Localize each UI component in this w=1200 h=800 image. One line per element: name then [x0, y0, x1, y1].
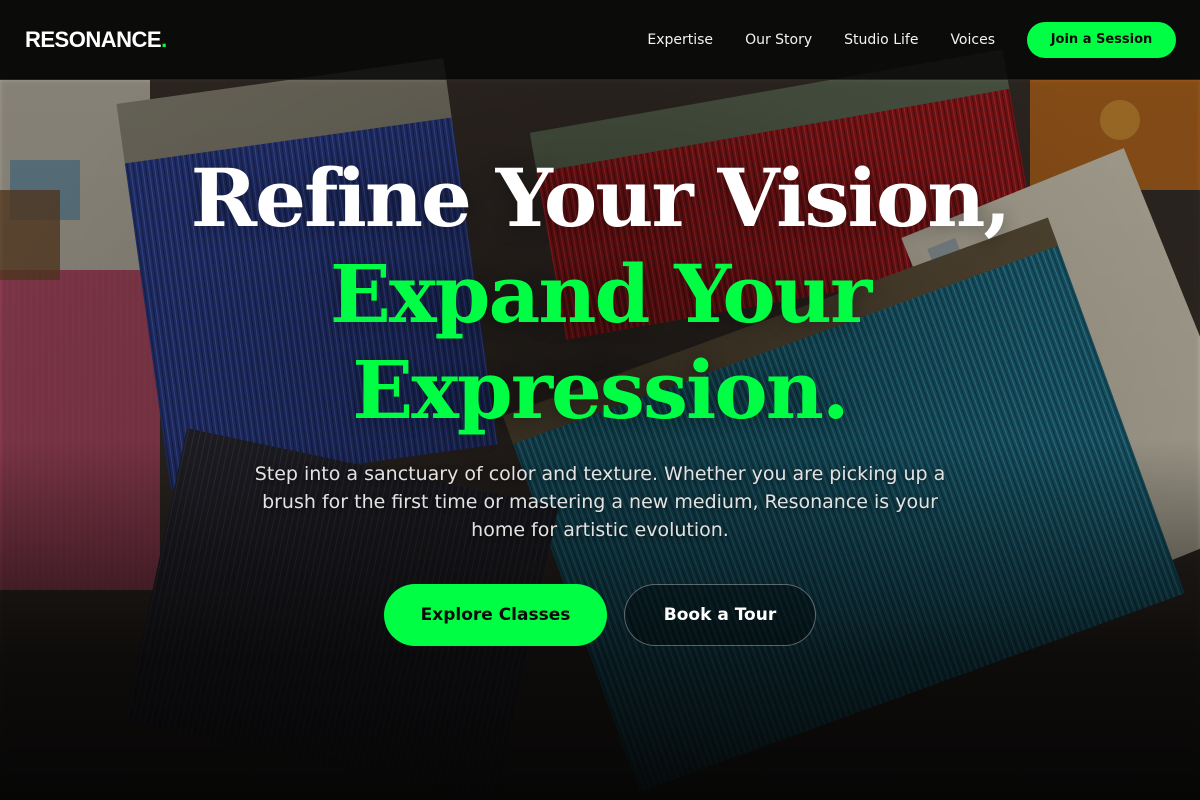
- site-header: RESONANCE. Expertise Our Story Studio Li…: [0, 0, 1200, 80]
- nav-link-studio-life[interactable]: Studio Life: [844, 32, 918, 48]
- join-session-button[interactable]: Join a Session: [1027, 21, 1176, 58]
- landing-page: RESONANCE. Expertise Our Story Studio Li…: [0, 0, 1200, 800]
- nav-link-voices[interactable]: Voices: [950, 32, 995, 48]
- hero-heading-line-1: Refine Your Vision,: [190, 151, 1012, 245]
- hero-heading-line-3: Expression.: [352, 343, 850, 437]
- hero-heading: Refine Your Vision, Expand Your Expressi…: [0, 150, 1200, 438]
- brand-name: RESONANCE: [25, 26, 162, 52]
- nav-link-expertise[interactable]: Expertise: [647, 32, 713, 48]
- explore-classes-button[interactable]: Explore Classes: [384, 584, 607, 646]
- brand-logo[interactable]: RESONANCE.: [25, 27, 167, 53]
- hero-heading-line-2: Expand Your: [329, 247, 872, 341]
- hero-actions: Explore Classes Book a Tour: [0, 584, 1200, 646]
- main-nav: Expertise Our Story Studio Life Voices J…: [647, 21, 1176, 58]
- book-tour-button[interactable]: Book a Tour: [624, 584, 816, 646]
- brand-dot: .: [161, 26, 167, 52]
- hero-section: Refine Your Vision, Expand Your Expressi…: [0, 150, 1200, 646]
- nav-link-our-story[interactable]: Our Story: [745, 32, 812, 48]
- hero-subtext: Step into a sanctuary of color and textu…: [254, 463, 946, 541]
